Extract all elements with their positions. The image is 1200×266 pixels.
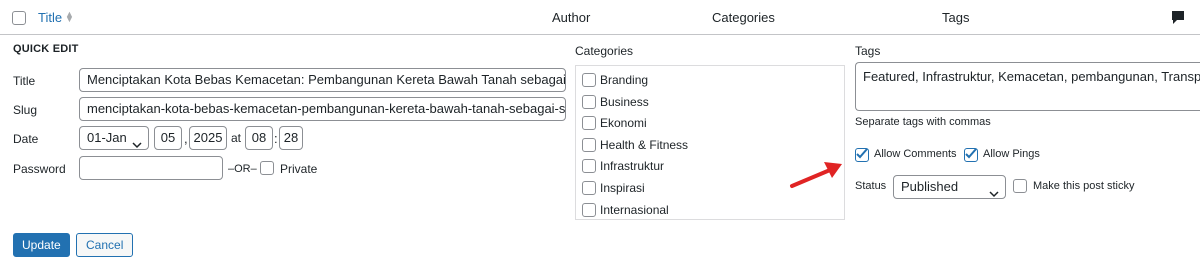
title-label: Title — [13, 74, 36, 88]
category-item-business[interactable]: Business — [582, 94, 649, 110]
checkmark-icon — [965, 148, 977, 159]
table-header-row: Title ▲ ▼ Author Categories Tags — [0, 0, 1200, 35]
slug-input[interactable]: menciptakan-kota-bebas-kemacetan-pembang… — [79, 97, 566, 121]
allow-comments-label: Allow Comments — [874, 148, 957, 160]
column-title-sort[interactable]: Title — [38, 10, 62, 25]
category-item-inspirasi[interactable]: Inspirasi — [582, 180, 645, 196]
tags-heading: Tags — [855, 44, 881, 58]
category-label: Internasional — [600, 203, 669, 217]
sticky-label: Make this post sticky — [1033, 180, 1135, 192]
categories-list: Branding Business Ekonomi Health & Fitne… — [575, 65, 845, 220]
hour-input[interactable]: 08 — [245, 126, 273, 150]
chevron-down-icon — [132, 134, 142, 149]
category-label: Health & Fitness — [600, 138, 689, 152]
minute-input[interactable]: 28 — [279, 126, 303, 150]
comment-bubble-icon[interactable] — [1171, 10, 1185, 28]
status-label: Status — [855, 180, 887, 192]
cancel-button[interactable]: Cancel — [76, 233, 134, 257]
category-checkbox[interactable] — [582, 94, 596, 109]
category-checkbox[interactable] — [582, 137, 596, 152]
sticky-checkbox[interactable] — [1013, 179, 1027, 193]
date-label: Date — [13, 132, 39, 146]
update-button[interactable]: Update — [13, 233, 70, 257]
column-author: Author — [552, 10, 591, 25]
category-checkbox[interactable] — [582, 158, 596, 173]
sort-arrows-icon[interactable]: ▲ ▼ — [65, 10, 74, 24]
month-select[interactable]: 01-Jan — [79, 126, 149, 150]
category-item-branding[interactable]: Branding — [582, 72, 649, 88]
category-label: Ekonomi — [600, 116, 647, 130]
category-label: Inspirasi — [600, 181, 645, 195]
status-select[interactable]: Published — [893, 175, 1006, 199]
status-value: Published — [901, 179, 959, 194]
column-tags: Tags — [942, 10, 970, 25]
category-label: Business — [600, 95, 649, 109]
categories-heading: Categories — [575, 44, 634, 58]
category-item-health-fitness[interactable]: Health & Fitness — [582, 137, 689, 153]
select-all-checkbox[interactable] — [12, 11, 26, 25]
annotation-arrow-icon — [790, 162, 842, 188]
year-input[interactable]: 2025 — [189, 126, 227, 150]
category-item-ekonomi[interactable]: Ekonomi — [582, 115, 647, 131]
allow-comments-checkbox[interactable] — [855, 148, 869, 162]
chevron-down-icon — [989, 183, 999, 198]
category-label: Branding — [600, 73, 649, 87]
password-input[interactable] — [79, 156, 223, 180]
day-input[interactable]: 05 — [154, 126, 182, 150]
tags-textarea[interactable]: Featured, Infrastruktur, Kemacetan, pemb… — [855, 62, 1200, 111]
allow-pings-checkbox[interactable] — [964, 148, 978, 162]
allow-pings-label: Allow Pings — [983, 148, 1040, 160]
category-item-internasional[interactable]: Internasional — [582, 202, 669, 218]
time-separator: : — [274, 131, 278, 146]
slug-label: Slug — [13, 103, 38, 117]
quick-edit-heading: QUICK EDIT — [13, 43, 79, 55]
tags-hint: Separate tags with commas — [855, 116, 991, 128]
private-label: Private — [280, 162, 318, 176]
checkmark-icon — [856, 148, 868, 159]
month-value: 01-Jan — [87, 130, 127, 145]
category-item-infrastruktur[interactable]: Infrastruktur — [582, 158, 665, 174]
at-label: at — [231, 131, 242, 145]
category-label: Infrastruktur — [600, 159, 665, 173]
private-checkbox[interactable] — [260, 161, 274, 175]
or-label: –OR– — [228, 163, 257, 175]
category-checkbox[interactable] — [582, 72, 596, 87]
password-label: Password — [13, 162, 66, 176]
category-checkbox[interactable] — [582, 202, 596, 217]
title-input[interactable]: Menciptakan Kota Bebas Kemacetan: Pemban… — [79, 68, 566, 92]
category-checkbox[interactable] — [582, 180, 596, 195]
date-comma: , — [184, 131, 188, 146]
column-categories: Categories — [712, 10, 775, 25]
category-checkbox[interactable] — [582, 115, 596, 130]
